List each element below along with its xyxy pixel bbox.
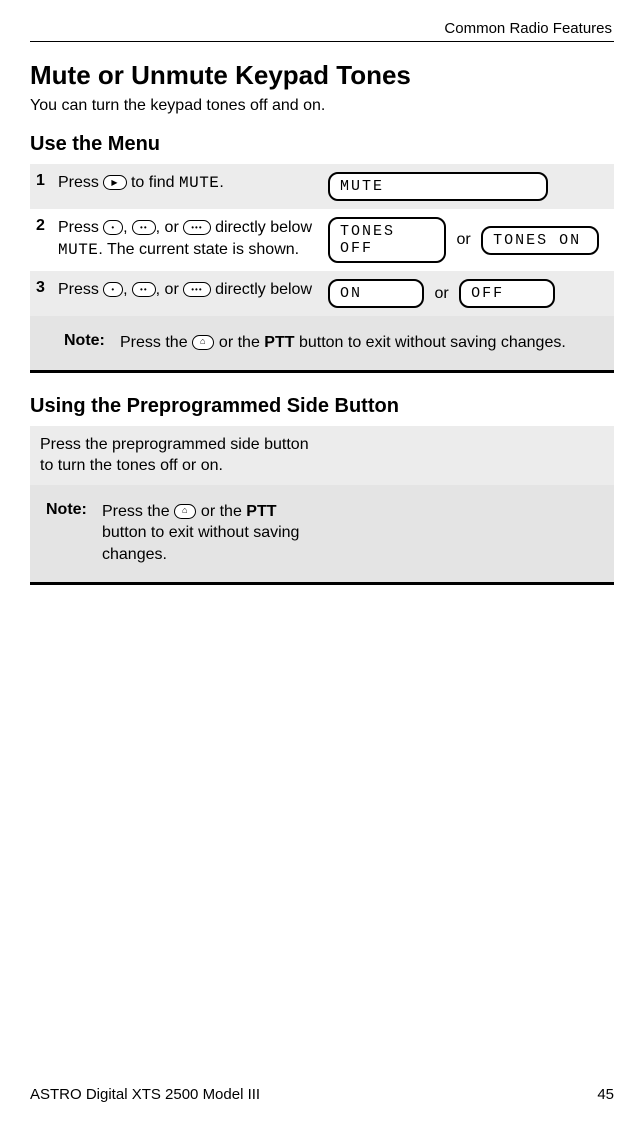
step-1-text: Press ▶ to find MUTE. — [52, 164, 322, 209]
header-rule — [30, 41, 614, 42]
dot3-icon-b: ••• — [183, 282, 210, 297]
step-1-num: 1 — [30, 164, 52, 209]
intro-text: You can turn the keypad tones off and on… — [30, 97, 614, 115]
side-note-label: Note: — [40, 493, 96, 574]
dot1-icon-b: • — [103, 282, 123, 297]
note-text: Press the ⌂ or the PTT button to exit wi… — [114, 324, 572, 362]
page-title: Mute or Unmute Keypad Tones — [30, 60, 614, 91]
step-3-row: 3 Press •, ••, or ••• directly below ON … — [30, 271, 614, 316]
display-tones-on: TONES ON — [481, 226, 599, 255]
step-2-row: 2 Press •, ••, or ••• directly below MUT… — [30, 209, 614, 271]
step-1-period: . — [219, 174, 223, 191]
step-2-text-a: Press — [58, 219, 103, 236]
display-mute: MUTE — [328, 172, 548, 201]
footer-product: ASTRO Digital XTS 2500 Model III — [30, 1086, 260, 1103]
step-3-comma1: , — [123, 281, 132, 298]
display-off: OFF — [459, 279, 555, 308]
side-note-text-a: Press the — [102, 503, 174, 520]
display-tones-off: TONES OFF — [328, 217, 446, 263]
home-icon-glyph-b: ⌂ — [182, 504, 188, 516]
display-on: ON — [328, 279, 424, 308]
dot2-icon: •• — [132, 220, 156, 235]
footer-page: 45 — [597, 1086, 614, 1103]
dot3-icon: ••• — [183, 220, 210, 235]
side-button-block: Press the preprogrammed side button to t… — [30, 426, 614, 585]
dot2-icon-b: •• — [132, 282, 156, 297]
use-menu-steps: 1 Press ▶ to find MUTE. MUTE 2 Press •, … — [30, 164, 614, 373]
step-3-text: Press •, ••, or ••• directly below — [52, 271, 322, 316]
step-3-text-b: directly below — [215, 281, 312, 298]
step-3-comma2: , or — [156, 281, 184, 298]
step-2-comma2: , or — [156, 219, 184, 236]
step-1-row: 1 Press ▶ to find MUTE. MUTE — [30, 164, 614, 209]
step-2-text-b: directly below — [215, 219, 312, 236]
note-label: Note: — [58, 324, 114, 362]
step-1-mute: MUTE — [179, 174, 219, 192]
home-icon-b: ⌂ — [174, 504, 196, 519]
ptt-label-b: PTT — [246, 503, 276, 520]
step-1-text-b: to find — [131, 174, 179, 191]
side-note-text-c: button to exit without saving changes. — [102, 524, 299, 563]
step-3-text-a: Press — [58, 281, 103, 298]
side-instr-row: Press the preprogrammed side button to t… — [30, 426, 614, 485]
side-note-row: Note: Press the ⌂ or the PTT button to e… — [30, 485, 614, 583]
or-2: or — [434, 285, 448, 303]
ptt-label: PTT — [264, 334, 294, 351]
step-2-text-c: . The current state is shown. — [98, 241, 299, 258]
or-1: or — [456, 231, 470, 249]
use-menu-heading: Use the Menu — [30, 133, 614, 156]
side-note-text: Press the ⌂ or the PTT button to exit wi… — [96, 493, 326, 574]
header-section: Common Radio Features — [30, 20, 614, 37]
step-2-num: 2 — [30, 209, 52, 271]
dot1-icon: • — [103, 220, 123, 235]
home-icon-glyph: ⌂ — [200, 335, 206, 347]
note-text-c: button to exit without saving changes. — [299, 334, 566, 351]
step-3-num: 3 — [30, 271, 52, 316]
use-menu-note-row: Note: Press the ⌂ or the PTT button to e… — [30, 316, 614, 371]
step-2-comma1: , — [123, 219, 132, 236]
step-2-text: Press •, ••, or ••• directly below MUTE.… — [52, 209, 322, 271]
step-2-mute: MUTE — [58, 241, 98, 259]
footer: ASTRO Digital XTS 2500 Model III 45 — [30, 1086, 614, 1103]
side-instr: Press the preprogrammed side button to t… — [30, 426, 330, 485]
nav-icon: ▶ — [103, 175, 126, 190]
note-text-a: Press the — [120, 334, 192, 351]
side-button-heading: Using the Preprogrammed Side Button — [30, 395, 614, 418]
note-text-b: or the — [219, 334, 264, 351]
home-icon: ⌂ — [192, 335, 214, 350]
side-note-text-b: or the — [201, 503, 246, 520]
step-1-text-a: Press — [58, 174, 103, 191]
